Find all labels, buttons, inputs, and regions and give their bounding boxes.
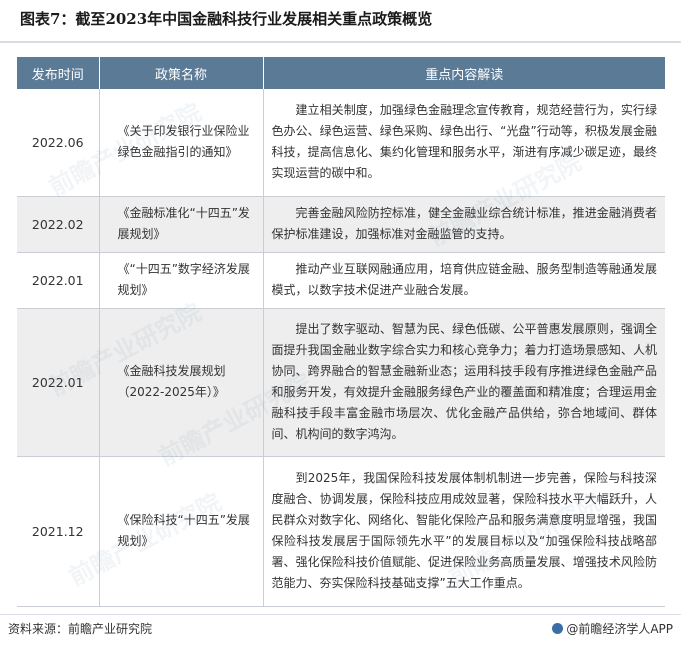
row-policy-name: 《“十四五”数字经济发展规划》 [99,252,264,309]
policy-table: 发布时间 政策名称 重点内容解读 2022.06 《关于印发银行业保险业绿色金融… [17,57,665,607]
table-row: 2021.12 《保险科技“十四五”发展规划》 到2025年，我国保险科技发展体… [17,456,665,607]
title-divider [0,41,681,43]
row-date: 2022.01 [17,308,100,457]
footer-divider [0,614,681,615]
source-note: 资料来源：前瞻产业研究院 [8,622,153,636]
row-content: 建立相关制度，加强绿色金融理念宣传教育，规范经营行为，实行绿色办公、绿色运营、绿… [263,89,665,197]
row-content: 提出了数字驱动、智慧为民、绿色低碳、公平普惠发展原则，强调全面提升我国金融业数字… [263,308,665,457]
header-key-content: 重点内容解读 [263,57,665,89]
row-date: 2022.01 [17,252,100,309]
page-title: 图表7：截至2023年中国金融科技行业发展相关重点政策概览 [20,10,433,28]
brand-credit: @前瞻经济学人APP [552,620,673,637]
row-content: 推动产业互联网融通应用，培育供应链金融、服务型制造等融通发展模式，以数字技术促进… [263,252,665,309]
row-date: 2021.12 [17,456,100,607]
row-content: 完善金融风险防控标准，健全金融业综合统计标准，推进金融消费者保护标准建设，加强标… [263,196,665,253]
row-date: 2022.02 [17,196,100,253]
table-row: 2022.02 《金融标准化“十四五”发展规划》 完善金融风险防控标准，健全金融… [17,196,665,253]
row-content: 到2025年，我国保险科技发展体制机制进一步完善，保险与科技深度融合、协调发展，… [263,456,665,607]
table-row: 2022.01 《金融科技发展规划（2022-2025年）》 提出了数字驱动、智… [17,308,665,457]
table-row: 2022.06 《关于印发银行业保险业绿色金融指引的通知》 建立相关制度，加强绿… [17,89,665,197]
row-policy-name: 《关于印发银行业保险业绿色金融指引的通知》 [99,89,264,197]
table-header-row: 发布时间 政策名称 重点内容解读 [17,57,665,89]
row-policy-name: 《保险科技“十四五”发展规划》 [99,456,264,607]
brand-text: @前瞻经济学人APP [566,622,673,636]
row-date: 2022.06 [17,89,100,197]
header-policy-name: 政策名称 [99,57,264,89]
brand-logo-icon [552,623,564,634]
header-date: 发布时间 [17,57,100,89]
row-policy-name: 《金融标准化“十四五”发展规划》 [99,196,264,253]
table-row: 2022.01 《“十四五”数字经济发展规划》 推动产业互联网融通应用，培育供应… [17,252,665,309]
row-policy-name: 《金融科技发展规划（2022-2025年）》 [99,308,264,457]
